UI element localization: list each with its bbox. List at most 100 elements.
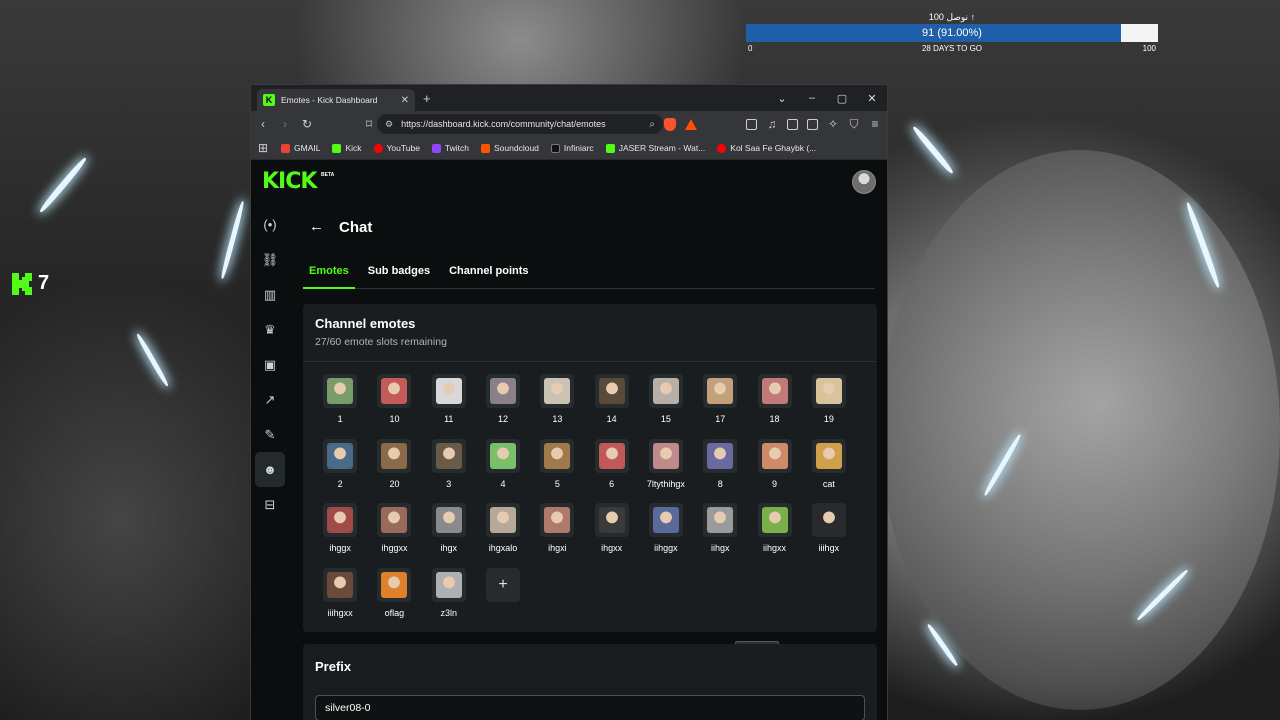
- tab-emotes[interactable]: Emotes: [303, 259, 355, 289]
- emote-thumbnail: [757, 374, 792, 408]
- card-title: Channel emotes: [315, 316, 416, 331]
- emote-item[interactable]: oflag: [367, 567, 421, 633]
- gmail-icon: [281, 143, 290, 153]
- emote-item[interactable]: 12: [476, 374, 530, 439]
- vpn-icon[interactable]: ⛉: [848, 117, 860, 132]
- emote-item[interactable]: ihgxalo: [476, 503, 530, 568]
- emote-item[interactable]: 18: [747, 374, 801, 439]
- emote-thumbnail: [431, 374, 466, 408]
- close-tab-icon[interactable]: ✕: [401, 95, 409, 106]
- bookmark-gmail[interactable]: GMAIL: [281, 143, 320, 153]
- emote-item[interactable]: 17: [693, 374, 747, 439]
- minimize-button[interactable]: –: [797, 92, 827, 104]
- channel-emotes-card: Channel emotes 27/60 emote slots remaini…: [303, 304, 877, 656]
- emote-item[interactable]: 9: [747, 438, 801, 504]
- emote-thumbnail: [377, 503, 412, 537]
- zoom-icon[interactable]: ⌕: [649, 119, 655, 130]
- forward-arrow-icon[interactable]: ›: [279, 117, 291, 131]
- goal-max-label: 100: [1142, 44, 1156, 53]
- emote-item[interactable]: ihggx: [313, 503, 367, 568]
- emote-thumbnail: [811, 503, 846, 537]
- emote-item[interactable]: 20: [367, 438, 421, 504]
- tab-channel-points[interactable]: Channel points: [443, 259, 534, 289]
- url-text[interactable]: https://dashboard.kick.com/community/cha…: [401, 119, 641, 129]
- bookmark-soundcloud[interactable]: Soundcloud: [481, 143, 539, 153]
- add-emote-button[interactable]: +: [476, 567, 530, 633]
- emote-item[interactable]: 15: [639, 374, 693, 439]
- emote-item[interactable]: 3: [422, 438, 476, 504]
- live-icon: (•): [263, 217, 277, 232]
- sidebar-item-community[interactable]: ☻: [255, 452, 285, 487]
- emote-item[interactable]: ihgxi: [530, 503, 584, 568]
- bookmark-icon[interactable]: ⌑: [363, 117, 375, 131]
- bookmark-youtube[interactable]: YouTube: [373, 143, 420, 153]
- emote-item[interactable]: iiihgx: [802, 503, 856, 568]
- bookmark-kol-saa[interactable]: Kol Saa Fe Ghaybk (...: [717, 143, 816, 153]
- twitch-icon: [431, 143, 441, 153]
- emote-item[interactable]: 7ltythihgx: [639, 438, 693, 504]
- sidebar-item-tools[interactable]: ✎: [255, 417, 285, 452]
- close-window-button[interactable]: ✕: [857, 92, 887, 105]
- emote-item[interactable]: 1: [313, 374, 367, 439]
- sidebar-item-stats[interactable]: ↗: [255, 382, 285, 417]
- emote-item[interactable]: 8: [693, 438, 747, 504]
- emote-item[interactable]: 19: [802, 374, 856, 439]
- bookmark-kick[interactable]: Kick: [332, 143, 362, 153]
- emote-item[interactable]: 2: [313, 438, 367, 504]
- media-icon[interactable]: ♫: [766, 117, 778, 131]
- emote-item[interactable]: 14: [584, 374, 638, 439]
- emote-item[interactable]: ihggxx: [367, 503, 421, 568]
- sidebar-item-videos[interactable]: ▣: [255, 347, 285, 382]
- wallet-icon[interactable]: [807, 118, 818, 130]
- kick-logo[interactable]: KICK: [262, 171, 317, 193]
- user-avatar[interactable]: [852, 170, 876, 194]
- sidebar-item-analytics[interactable]: ▥: [255, 277, 285, 312]
- extensions-icon[interactable]: [746, 118, 757, 130]
- new-tab-button[interactable]: +: [423, 91, 431, 106]
- bookmark-infiniarc[interactable]: Infiniarc: [550, 143, 594, 153]
- tab-sub-badges[interactable]: Sub badges: [362, 259, 436, 289]
- emote-thumbnail: [486, 374, 521, 408]
- brave-shields-icon[interactable]: [664, 117, 676, 131]
- url-bar[interactable]: ⚙ https://dashboard.kick.com/community/c…: [377, 114, 663, 134]
- emote-thumbnail: [757, 503, 792, 537]
- emote-item[interactable]: iiihgxx: [313, 567, 367, 633]
- prefix-input[interactable]: [315, 695, 865, 720]
- emote-item[interactable]: iihgx: [693, 503, 747, 568]
- sidebar-item-live[interactable]: (•): [255, 207, 285, 242]
- emote-name: 7ltythihgx: [646, 478, 685, 489]
- browser-tab-emotes[interactable]: K Emotes - Kick Dashboard ✕: [257, 89, 415, 111]
- emote-item[interactable]: ihgx: [422, 503, 476, 568]
- sidebar-icon[interactable]: [787, 118, 798, 130]
- emote-item[interactable]: 10: [367, 374, 421, 439]
- emote-item[interactable]: ihgxx: [584, 503, 638, 568]
- maximize-button[interactable]: ▢: [827, 92, 857, 105]
- back-arrow-icon[interactable]: ‹: [257, 117, 269, 131]
- emote-thumbnail: [323, 567, 358, 602]
- emote-item[interactable]: 11: [422, 374, 476, 439]
- brave-rewards-icon[interactable]: [685, 118, 697, 130]
- emote-name: 2: [337, 478, 343, 489]
- emote-item[interactable]: 4: [476, 438, 530, 504]
- reload-icon[interactable]: ↻: [301, 117, 313, 131]
- sidebar-item-payouts[interactable]: ⊟: [255, 487, 285, 522]
- leo-ai-icon[interactable]: ✧: [827, 117, 839, 131]
- emote-image: [381, 442, 408, 469]
- emote-item[interactable]: iihgxx: [747, 503, 801, 568]
- tab-search-icon[interactable]: ⌄: [767, 92, 797, 105]
- emote-item[interactable]: 6: [584, 438, 638, 504]
- emote-item[interactable]: iihggx: [639, 503, 693, 568]
- site-info-icon[interactable]: ⚙: [385, 119, 393, 130]
- sidebar-item-links[interactable]: ⛓: [255, 242, 285, 277]
- sidebar-item-achievements[interactable]: ♛: [255, 312, 285, 347]
- emote-item[interactable]: cat: [802, 438, 856, 504]
- bookmark-twitch[interactable]: Twitch: [431, 143, 469, 153]
- emote-item[interactable]: 5: [530, 438, 584, 504]
- menu-icon[interactable]: ≡: [869, 117, 881, 131]
- bookmark-jaser-stream[interactable]: JASER Stream - Wat...: [605, 143, 705, 153]
- emote-image: [544, 442, 571, 469]
- emote-item[interactable]: z3ln: [422, 567, 476, 633]
- apps-grid-icon[interactable]: ⊞: [257, 141, 269, 155]
- emote-item[interactable]: 13: [530, 374, 584, 439]
- back-arrow-icon[interactable]: ←: [309, 218, 324, 235]
